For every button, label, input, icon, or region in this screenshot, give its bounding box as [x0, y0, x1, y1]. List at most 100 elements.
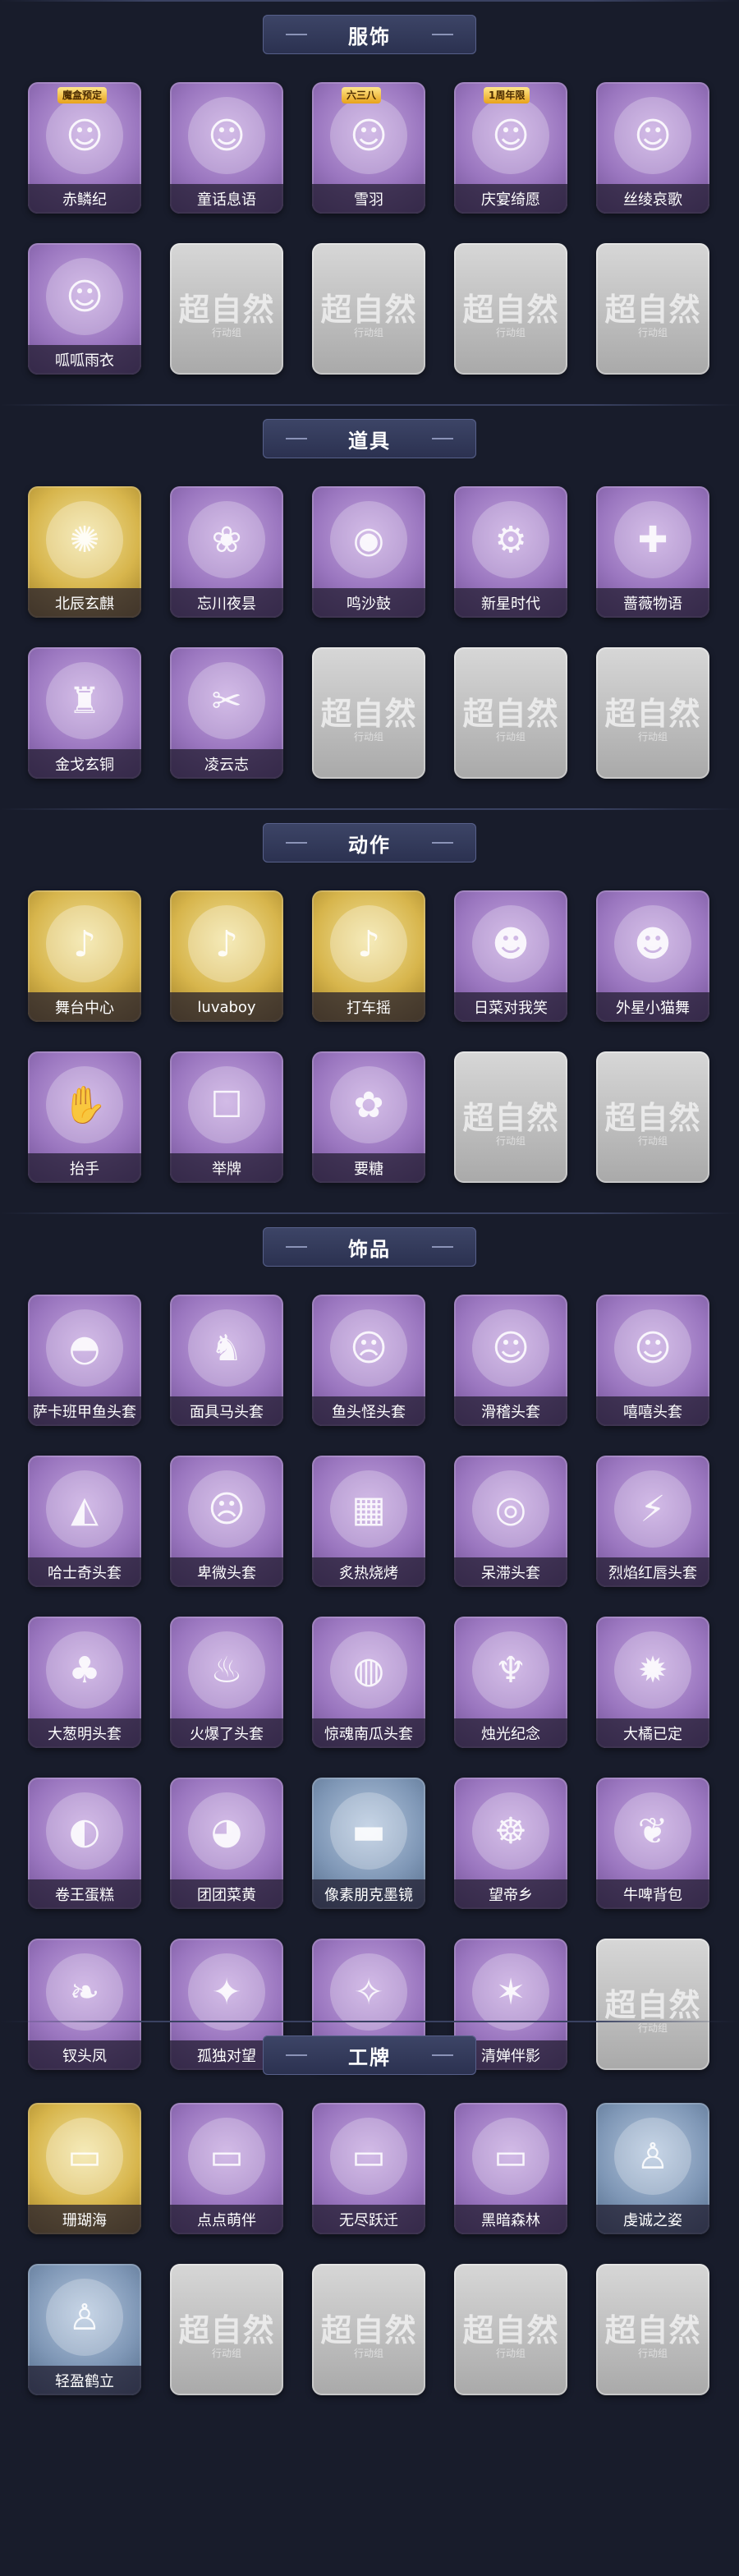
keychain-doll-icon: ✦ — [188, 1953, 265, 2031]
item-row: ✋ 抬手 ☐ 举牌 ✿ 要糖 超自然 行动组 超自然 行动组 — [0, 1051, 739, 1193]
item-card[interactable]: ▭ 珊瑚海 — [28, 2103, 141, 2234]
item-card[interactable]: ☻ 外星小猫舞 — [596, 890, 709, 1022]
item-card[interactable]: ✺ 北辰玄麒 — [28, 486, 141, 618]
item-card[interactable]: ✹ 大橘已定 — [596, 1617, 709, 1748]
item-card[interactable]: ▭ 黑暗森林 — [454, 2103, 567, 2234]
item-label: 雪羽 — [354, 191, 383, 209]
item-card[interactable]: ⚡ 烈焰红唇头套 — [596, 1456, 709, 1587]
item-card[interactable]: ♙ 轻盈鹤立 — [28, 2264, 141, 2395]
placeholder-sub: 行动组 — [495, 1135, 526, 1147]
item-card[interactable]: ♆ 烛光纪念 — [454, 1617, 567, 1748]
item-card[interactable]: ▭ 无尽跃迁 — [312, 2103, 425, 2234]
item-card[interactable]: ▬ 像素朋克墨镜 — [312, 1778, 425, 1909]
placeholder-mark: 超自然 — [604, 1100, 701, 1136]
item-card[interactable]: ✋ 抬手 — [28, 1051, 141, 1183]
item-card[interactable]: ☺ 1周年限 庆宴绮愿 — [454, 82, 567, 214]
section-title: 饰品 — [348, 1237, 391, 1261]
dance-pose-icon: ♪ — [188, 905, 265, 982]
item-label: 轻盈鹤立 — [55, 2373, 114, 2390]
emoji-face-icon: ☺ — [614, 1309, 691, 1387]
item-card[interactable]: ♜ 金戈玄铜 — [28, 647, 141, 779]
item-card[interactable]: ♨ 火爆了头套 — [170, 1617, 283, 1748]
character-portrait-icon: ☺ — [188, 97, 265, 174]
item-card[interactable]: ☺ 滑稽头套 — [454, 1295, 567, 1426]
item-card[interactable]: ☺ 呱呱雨衣 — [28, 243, 141, 375]
dance-pose-icon: ♪ — [46, 905, 123, 982]
item-card[interactable]: ♙ 虔诚之姿 — [596, 2103, 709, 2234]
item-card[interactable]: ▦ 炙热烧烤 — [312, 1456, 425, 1587]
item-card[interactable]: ☸ 望帝乡 — [454, 1778, 567, 1909]
item-card[interactable]: ☐ 举牌 — [170, 1051, 283, 1183]
character-portrait-icon: ☺ — [46, 97, 123, 174]
character-portrait-icon: ☺ — [614, 97, 691, 174]
item-card[interactable]: ☺ 童话息语 — [170, 82, 283, 214]
item-card[interactable]: ◉ 鸣沙鼓 — [312, 486, 425, 618]
section-title: 动作 — [348, 833, 391, 857]
placeholder-mark: 超自然 — [462, 292, 559, 328]
item-label: 嘻嘻头套 — [623, 1404, 682, 1421]
item-card[interactable]: ☺ 丝绫哀歌 — [596, 82, 709, 214]
husky-head-icon: ◭ — [46, 1470, 123, 1548]
item-row: ♙ 轻盈鹤立 超自然 行动组 超自然 行动组 超自然 行动组 超自然 行动组 — [0, 2264, 739, 2405]
cow-backpack-icon: ❦ — [614, 1792, 691, 1870]
item-card[interactable]: ♪ 打车摇 — [312, 890, 425, 1022]
placeholder-mark: 超自然 — [604, 2312, 701, 2348]
item-label: 举牌 — [212, 1161, 241, 1178]
fish-monster-icon: ☹ — [330, 1309, 407, 1387]
item-card[interactable]: ✚ 蔷薇物语 — [596, 486, 709, 618]
item-card[interactable]: ◍ 惊魂南瓜头套 — [312, 1617, 425, 1748]
item-card[interactable]: ✂ 凌云志 — [170, 647, 283, 779]
section-header: 饰品 — [263, 1227, 476, 1267]
item-card[interactable]: ✿ 要糖 — [312, 1051, 425, 1183]
item-card[interactable]: ❦ 牛啤背包 — [596, 1778, 709, 1909]
item-label-bar: 鱼头怪头套 — [312, 1396, 425, 1426]
item-label-bar: 点点萌伴 — [170, 2205, 283, 2234]
item-label: 外星小猫舞 — [616, 1000, 690, 1017]
item-card[interactable]: ♪ luvaboy — [170, 890, 283, 1022]
barbecue-icon: ▦ — [330, 1470, 407, 1548]
item-card[interactable]: ♞ 面具马头套 — [170, 1295, 283, 1426]
spirit-charm-icon: ✶ — [472, 1953, 549, 2031]
item-label: 惊魂南瓜头套 — [324, 1726, 413, 1743]
item-card[interactable]: ◎ 呆滞头套 — [454, 1456, 567, 1587]
item-card[interactable]: ◭ 哈士奇头套 — [28, 1456, 141, 1587]
item-label: 孤独对望 — [197, 2048, 256, 2065]
placeholder-mark: 超自然 — [604, 696, 701, 732]
item-label: 呱呱雨衣 — [55, 352, 114, 370]
item-card[interactable]: ◓ 萨卡班甲鱼头套 — [28, 1295, 141, 1426]
item-card[interactable]: ⚙ 新星时代 — [454, 486, 567, 618]
placeholder-sub: 行动组 — [637, 1135, 668, 1147]
item-label-bar: 黑暗森林 — [454, 2205, 567, 2234]
item-label: 凌云志 — [204, 757, 249, 774]
item-card[interactable]: ☻ 日菜对我笑 — [454, 890, 567, 1022]
item-card[interactable]: ◐ 卷王蛋糕 — [28, 1778, 141, 1909]
section-divider — [0, 404, 739, 406]
item-label: 北辰玄麒 — [55, 596, 114, 613]
badge-card-icon: ▭ — [188, 2118, 265, 2195]
item-card[interactable]: ❀ 忘川夜昙 — [170, 486, 283, 618]
item-label: 滑稽头套 — [481, 1404, 540, 1421]
item-label-bar: 萨卡班甲鱼头套 — [28, 1396, 141, 1426]
item-card[interactable]: ♪ 舞台中心 — [28, 890, 141, 1022]
item-label: 无尽跃迁 — [339, 2212, 398, 2229]
item-label-bar: 日菜对我笑 — [454, 992, 567, 1022]
item-card[interactable]: ❧ 钗头凤 — [28, 1939, 141, 2070]
pose-icon: ☻ — [614, 905, 691, 982]
pose-icon: ☻ — [472, 905, 549, 982]
item-card[interactable]: ☺ 嘻嘻头套 — [596, 1295, 709, 1426]
item-card[interactable]: ☺ 魔盒预定 赤鳞纪 — [28, 82, 141, 214]
item-card[interactable]: ◕ 团团菜黄 — [170, 1778, 283, 1909]
locked-item-slot: 超自然 行动组 — [596, 1939, 709, 2070]
item-card[interactable]: ☹ 卑微头套 — [170, 1456, 283, 1587]
placeholder-mark: 超自然 — [462, 696, 559, 732]
item-row: ☺ 魔盒预定 赤鳞纪 ☺ 童话息语 ☺ 六三八 雪羽 ☺ 1周年限 庆宴绮愿 ☺ 丝绫哀歌 — [0, 82, 739, 223]
item-card[interactable]: ♣ 大葱明头套 — [28, 1617, 141, 1748]
item-label-bar: 庆宴绮愿 — [454, 184, 567, 214]
item-label: 新星时代 — [481, 596, 540, 613]
item-label-bar: 新星时代 — [454, 588, 567, 618]
placeholder-mark: 超自然 — [320, 292, 417, 328]
locked-item-slot: 超自然 行动组 — [454, 647, 567, 779]
item-card[interactable]: ☹ 鱼头怪头套 — [312, 1295, 425, 1426]
item-card[interactable]: ▭ 点点萌伴 — [170, 2103, 283, 2234]
item-card[interactable]: ☺ 六三八 雪羽 — [312, 82, 425, 214]
